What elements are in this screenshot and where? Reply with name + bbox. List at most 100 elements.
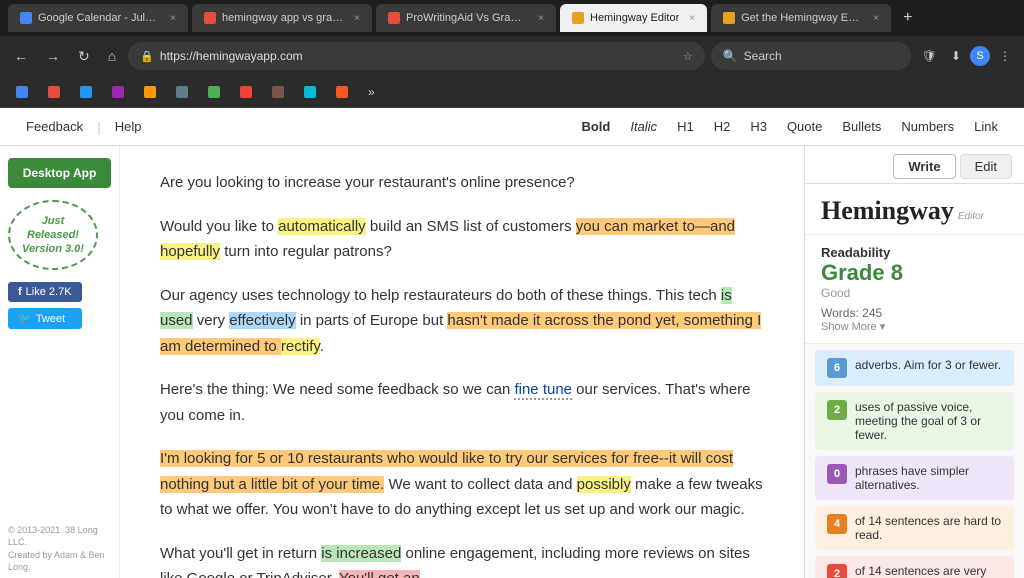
link-button[interactable]: Link — [964, 113, 1008, 140]
logo-container: Hemingway Editor — [821, 196, 1008, 226]
bookmark-8[interactable] — [232, 84, 260, 100]
tab-close-1[interactable]: × — [170, 13, 176, 24]
refresh-button[interactable]: ↻ — [72, 44, 96, 69]
bm-icon-11 — [336, 86, 348, 98]
stat-badge-2: 0 — [827, 464, 847, 484]
rp-logo: Hemingway Editor — [805, 184, 1024, 235]
paragraph-3: Our agency uses technology to help resta… — [160, 283, 764, 360]
logo-sub: Editor — [958, 211, 984, 222]
tab-4[interactable]: Hemingway Editor × — [560, 4, 707, 32]
bullets-button[interactable]: Bullets — [832, 113, 891, 140]
bookmark-11[interactable] — [328, 84, 356, 100]
bookmark-10[interactable] — [296, 84, 324, 100]
paragraph-2: Would you like to automatically build an… — [160, 214, 764, 265]
nav-bar: ← → ↻ ⌂ 🔒 https://hemingwayapp.com ☆ 🔍 S… — [0, 36, 1024, 76]
bookmark-3[interactable] — [72, 84, 100, 100]
tab-label-1: Google Calendar - July 2021 — [38, 12, 160, 24]
bookmark-more[interactable]: » — [360, 83, 383, 101]
stat-text-0: adverbs. Aim for 3 or fewer. — [855, 358, 1001, 372]
tab-2[interactable]: hemingway app vs grammarly - × — [192, 4, 372, 32]
help-menu-item[interactable]: Help — [105, 113, 152, 140]
back-button[interactable]: ← — [8, 44, 34, 68]
bm-icon-1 — [16, 86, 28, 98]
rp-readability: Readability Grade 8 Good Words: 245 Show… — [805, 235, 1024, 344]
p6-seg4: You'll get an — [339, 570, 420, 578]
facebook-like-button[interactable]: f Like 2.7K — [8, 282, 82, 302]
hw-toolbar: Feedback | Help Bold Italic H1 H2 H3 Quo… — [0, 108, 1024, 146]
feedback-menu-item[interactable]: Feedback — [16, 113, 93, 140]
desktop-app-button[interactable]: Desktop App — [8, 158, 111, 188]
editor-area[interactable]: Are you looking to increase your restaur… — [120, 146, 804, 578]
address-text: https://hemingwayapp.com — [160, 49, 677, 63]
tab-favicon-3 — [388, 12, 400, 24]
nav-icons: 🛡 ⬇ S ⋮ — [917, 46, 1016, 66]
h1-button[interactable]: H1 — [667, 113, 704, 140]
stat-text-3: of 14 sentences are hard to read. — [855, 514, 1002, 542]
bookmark-6[interactable] — [168, 84, 196, 100]
p3-seg5: in parts of Europe but — [296, 312, 448, 329]
quote-button[interactable]: Quote — [777, 113, 832, 140]
stat-item-3: 4 of 14 sentences are hard to read. — [815, 506, 1014, 550]
tab-label-3: ProWritingAid Vs Grammarly: W... — [406, 12, 528, 24]
tab-bar: Google Calendar - July 2021 × hemingway … — [0, 0, 1024, 36]
social-buttons: f Like 2.7K 🐦 Tweet — [8, 282, 82, 329]
tab-5[interactable]: Get the Hemingway Editor for Mac... × — [711, 4, 891, 32]
forward-button[interactable]: → — [40, 44, 66, 68]
address-bar[interactable]: 🔒 https://hemingwayapp.com ☆ — [128, 42, 705, 70]
twitter-tweet-button[interactable]: 🐦 Tweet — [8, 308, 82, 329]
app-container: Feedback | Help Bold Italic H1 H2 H3 Quo… — [0, 108, 1024, 578]
star-icon[interactable]: ☆ — [683, 50, 693, 63]
new-tab-button[interactable]: + — [895, 9, 920, 27]
footer-line2: Created by Adam & Ben Long. — [8, 549, 119, 574]
stat-text-1: uses of passive voice, meeting the goal … — [855, 400, 1002, 442]
tab-favicon-2 — [204, 12, 216, 24]
profile-icon[interactable]: S — [970, 46, 990, 66]
p5-seg2: We want to collect data and — [384, 476, 576, 493]
h2-button[interactable]: H2 — [704, 113, 741, 140]
stat-item-0: 6 adverbs. Aim for 3 or fewer. — [815, 350, 1014, 386]
p2-seg5: hopefully — [160, 243, 220, 260]
extensions-icon[interactable]: 🛡 — [917, 46, 942, 66]
tab-close-4[interactable]: × — [689, 13, 695, 24]
p5-seg3: possibly — [577, 476, 631, 493]
tw-icon: 🐦 — [18, 312, 32, 325]
italic-button[interactable]: Italic — [620, 113, 667, 140]
bookmark-5[interactable] — [136, 84, 164, 100]
p3-seg7: rectify — [281, 338, 320, 355]
bold-button[interactable]: Bold — [571, 113, 620, 140]
stats-list: 6 adverbs. Aim for 3 or fewer. 2 uses of… — [805, 350, 1024, 578]
search-icon: 🔍 — [723, 49, 738, 63]
home-button[interactable]: ⌂ — [102, 44, 122, 68]
h3-button[interactable]: H3 — [740, 113, 777, 140]
tab-close-5[interactable]: × — [873, 13, 879, 24]
download-icon[interactable]: ⬇ — [946, 46, 966, 66]
search-box[interactable]: 🔍 Search — [711, 42, 911, 70]
bookmark-7[interactable] — [200, 84, 228, 100]
tab-close-3[interactable]: × — [538, 13, 544, 24]
paragraph-6: What you'll get in return is increased o… — [160, 541, 764, 578]
bookmark-9[interactable] — [264, 84, 292, 100]
write-button[interactable]: Write — [893, 154, 955, 179]
readability-label: Readability — [821, 245, 1008, 260]
footer-text: © 2013-2021 .38 Long LLC. Created by Ada… — [8, 524, 119, 574]
numbers-button[interactable]: Numbers — [891, 113, 964, 140]
bm-icon-10 — [304, 86, 316, 98]
tab-favicon-1 — [20, 12, 32, 24]
fb-icon: f — [18, 286, 22, 298]
stat-item-4: 2 of 14 sentences are very hard to read. — [815, 556, 1014, 578]
bookmark-4[interactable] — [104, 84, 132, 100]
tab-1[interactable]: Google Calendar - July 2021 × — [8, 4, 188, 32]
p3-seg8: . — [320, 338, 324, 355]
p2-seg4: you can market to—and — [576, 218, 735, 235]
edit-button[interactable]: Edit — [960, 154, 1012, 179]
tab-close-2[interactable]: × — [354, 13, 360, 24]
more-icon[interactable]: ⋮ — [994, 46, 1016, 66]
stat-badge-3: 4 — [827, 514, 847, 534]
tab-favicon-5 — [723, 12, 735, 24]
tab-3[interactable]: ProWritingAid Vs Grammarly: W... × — [376, 4, 556, 32]
bm-icon-7 — [208, 86, 220, 98]
bookmark-2[interactable] — [40, 84, 68, 100]
show-more-button[interactable]: Show More ▾ — [821, 320, 1008, 333]
bookmark-1[interactable] — [8, 84, 36, 100]
bm-icon-4 — [112, 86, 124, 98]
